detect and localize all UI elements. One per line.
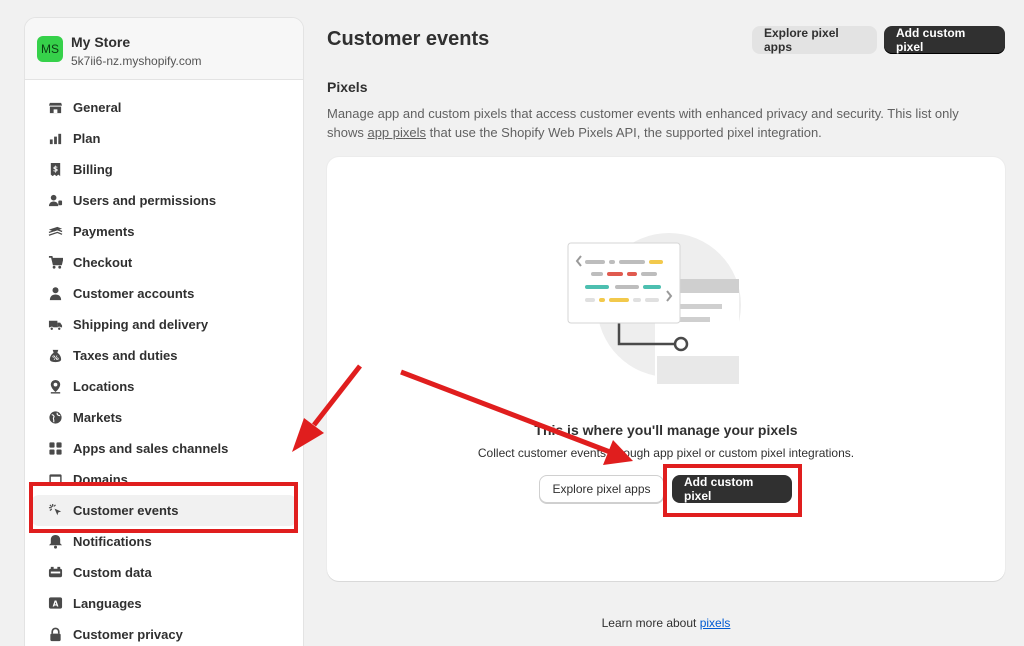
person-icon (47, 286, 63, 302)
cursor-click-icon (47, 503, 63, 519)
svg-text:A: A (52, 599, 58, 608)
store-icon (47, 100, 63, 116)
tax-icon: % (47, 348, 63, 364)
sidebar-item-label: Domains (73, 472, 128, 487)
settings-nav: General Plan $ Billing Users and permiss… (25, 92, 303, 646)
pixels-learn-more-link[interactable]: pixels (700, 616, 731, 630)
sidebar-item-label: Users and permissions (73, 193, 217, 208)
pixels-empty-card: This is where you'll manage your pixels … (327, 157, 1005, 581)
lock-icon (47, 627, 63, 643)
billing-icon: $ (47, 162, 63, 178)
plan-icon (47, 131, 63, 147)
learn-more-text: Learn more about (601, 616, 700, 630)
svg-text:%: % (52, 354, 59, 362)
domain-icon (47, 472, 63, 488)
sidebar-item-label: General (73, 100, 122, 115)
cart-icon (47, 255, 63, 271)
store-header[interactable]: MS My Store 5k7ii6-nz.myshopify.com (25, 18, 303, 80)
sidebar-item-checkout[interactable]: Checkout (31, 247, 297, 278)
description-text-end: that use the Shopify Web Pixels API, the… (426, 125, 822, 140)
section-title: Pixels (327, 79, 368, 95)
pixels-illustration (567, 233, 741, 384)
sidebar-item-label: Locations (73, 379, 135, 394)
app-pixels-link[interactable]: app pixels (367, 125, 426, 140)
add-custom-pixel-button[interactable]: Add custom pixel (884, 26, 1005, 54)
payments-icon (47, 224, 63, 240)
sidebar-item-customer-accounts[interactable]: Customer accounts (31, 278, 297, 309)
truck-icon (47, 317, 63, 333)
sidebar-item-payments[interactable]: Payments (31, 216, 297, 247)
empty-state-description: Collect customer events through app pixe… (477, 446, 855, 460)
sidebar-item-shipping[interactable]: Shipping and delivery (31, 309, 297, 340)
location-icon (47, 379, 63, 395)
sidebar-item-customer-events[interactable]: Customer events (31, 495, 297, 526)
custom-data-icon (47, 565, 63, 581)
settings-sidebar: MS My Store 5k7ii6-nz.myshopify.com Gene… (24, 17, 304, 646)
sidebar-item-label: Billing (73, 162, 113, 177)
sidebar-item-label: Taxes and duties (73, 348, 178, 363)
sidebar-item-label: Customer privacy (73, 627, 183, 642)
sidebar-item-languages[interactable]: A Languages (31, 588, 297, 619)
sidebar-item-custom-data[interactable]: Custom data (31, 557, 297, 588)
explore-pixel-apps-card-button[interactable]: Explore pixel apps (539, 475, 664, 503)
sidebar-item-apps[interactable]: Apps and sales channels (31, 433, 297, 464)
sidebar-item-label: Markets (73, 410, 123, 425)
sidebar-item-label: Checkout (73, 255, 133, 270)
users-icon (47, 193, 63, 209)
bell-icon (47, 534, 63, 550)
explore-pixel-apps-button[interactable]: Explore pixel apps (752, 26, 877, 54)
svg-text:$: $ (52, 164, 57, 173)
sidebar-item-customer-privacy[interactable]: Customer privacy (31, 619, 297, 646)
sidebar-item-label: Payments (73, 224, 135, 239)
sidebar-item-plan[interactable]: Plan (31, 123, 297, 154)
sidebar-item-label: Custom data (73, 565, 152, 580)
sidebar-item-label: Apps and sales channels (73, 441, 229, 456)
sidebar-item-label: Plan (73, 131, 101, 146)
empty-state-title: This is where you'll manage your pixels (534, 422, 798, 438)
store-name: My Store (71, 34, 131, 50)
sidebar-item-label: Languages (73, 596, 142, 611)
sidebar-item-billing[interactable]: $ Billing (31, 154, 297, 185)
sidebar-item-label: Shipping and delivery (73, 317, 209, 332)
store-url: 5k7ii6-nz.myshopify.com (71, 54, 202, 68)
sidebar-item-general[interactable]: General (31, 92, 297, 123)
apps-icon (47, 441, 63, 457)
sidebar-item-label: Customer accounts (73, 286, 195, 301)
sidebar-item-taxes[interactable]: % Taxes and duties (31, 340, 297, 371)
sidebar-item-label: Notifications (73, 534, 152, 549)
learn-more-note: Learn more about pixels (327, 616, 1005, 630)
language-icon: A (47, 596, 63, 612)
sidebar-item-locations[interactable]: Locations (31, 371, 297, 402)
sidebar-item-label: Customer events (73, 503, 179, 518)
sidebar-item-domains[interactable]: Domains (31, 464, 297, 495)
globe-icon (47, 410, 63, 426)
sidebar-item-notifications[interactable]: Notifications (31, 526, 297, 557)
page-title: Customer events (327, 28, 490, 50)
add-custom-pixel-card-button[interactable]: Add custom pixel (672, 475, 792, 503)
sidebar-item-users[interactable]: Users and permissions (31, 185, 297, 216)
section-description: Manage app and custom pixels that access… (327, 104, 997, 142)
sidebar-item-markets[interactable]: Markets (31, 402, 297, 433)
store-avatar: MS (37, 36, 63, 62)
